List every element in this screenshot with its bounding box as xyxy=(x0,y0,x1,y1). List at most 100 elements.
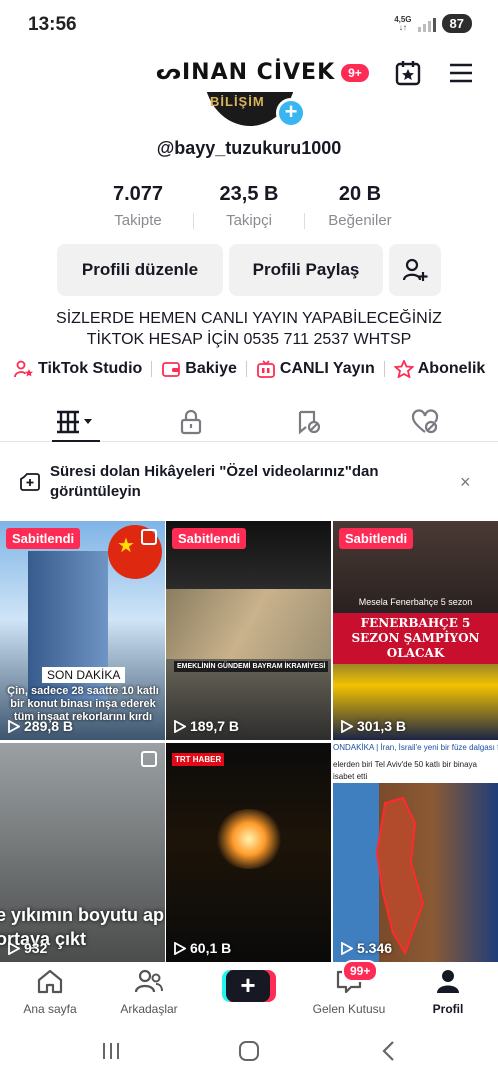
system-nav xyxy=(0,1030,498,1080)
pinned-badge: Sabitlendi xyxy=(172,528,247,549)
view-count: 289,8 B xyxy=(8,718,73,734)
calendar-icon[interactable] xyxy=(394,59,422,87)
video-caption: elerden biri Tel Aviv'de 50 katlı bir bi… xyxy=(333,760,477,781)
stat-following[interactable]: 7.077 Takipte xyxy=(83,183,193,229)
avatar-text: BİLİŞİM xyxy=(210,94,265,109)
network-indicator: 4,5G ↓↑ xyxy=(394,14,412,32)
home-icon xyxy=(37,969,63,994)
caption-tag: EMEKLİNİN GÜNDEMİ BAYRAM İKRAMİYESİ xyxy=(174,661,329,672)
play-icon xyxy=(341,719,353,733)
friends-icon xyxy=(134,969,163,993)
caption-tag: TRT HABER xyxy=(172,753,225,766)
tool-label: CANLI Yayın xyxy=(279,360,375,377)
tab-reposts[interactable] xyxy=(284,404,334,440)
play-icon xyxy=(174,941,186,955)
stories-banner[interactable]: Süresi dolan Hikâyeleri "Özel videoların… xyxy=(0,452,498,514)
video-thumbnail[interactable]: ONDAKİKA | İran, İsrail'e yeni bir füze … xyxy=(333,743,498,962)
plus-icon: + xyxy=(226,970,270,1002)
subscription-icon xyxy=(393,360,414,378)
pinned-badge: Sabitlendi xyxy=(339,528,414,549)
nav-profile[interactable]: Profil xyxy=(403,968,493,1016)
account-switcher[interactable]: ᔕINAN CİVEK 9+ xyxy=(156,60,369,85)
account-name: ᔕINAN CİVEK xyxy=(156,60,336,85)
nav-label: Ana sayfa xyxy=(23,1002,77,1016)
add-story-button[interactable]: + xyxy=(276,98,306,128)
video-thumbnail[interactable]: Sabitlendi Mesela Fenerbahçe 5 sezon FEN… xyxy=(333,521,498,740)
lock-icon xyxy=(180,409,202,435)
user-star-icon xyxy=(14,360,33,378)
stat-followers[interactable]: 23,5 B Takipçi xyxy=(194,183,304,229)
stat-likes[interactable]: 20 B Beğeniler xyxy=(305,183,415,229)
photo-carousel-icon xyxy=(141,529,157,545)
status-time: 13:56 xyxy=(28,14,77,35)
tool-label: TikTok Studio xyxy=(38,360,143,377)
video-caption: FENERBAHÇE 5 SEZON ŞAMPİYON OLACAK xyxy=(333,613,498,664)
edit-profile-button[interactable]: Profili düzenle xyxy=(57,244,223,296)
photo-carousel-icon xyxy=(141,751,157,767)
wallet-icon xyxy=(162,362,181,377)
recent-apps-icon[interactable] xyxy=(100,1040,122,1062)
active-tab-indicator xyxy=(52,440,100,442)
share-profile-button[interactable]: Profili Paylaş xyxy=(229,244,383,296)
caption-tag: ONDAKİKA | İran, İsrail'e yeni bir füze … xyxy=(333,743,498,752)
story-icon xyxy=(20,473,40,491)
bottom-nav: Ana sayfa Arkadaşlar + Gelen Kutusu 99+ … xyxy=(0,960,498,1024)
status-icons: 4,5G ↓↑ 87 xyxy=(394,14,472,33)
nav-home[interactable]: Ana sayfa xyxy=(5,968,95,1016)
divider xyxy=(383,361,385,377)
live-tv-icon xyxy=(256,360,275,378)
balance-link[interactable]: Bakiye xyxy=(161,360,237,378)
profile-header: ᔕINAN CİVEK 9+ xyxy=(0,56,498,92)
caption-tag: SON DAKİKA xyxy=(42,667,126,683)
bio-line: TİKTOK HESAP İÇİN 0535 711 2537 WHTSP xyxy=(86,331,412,348)
map-image xyxy=(333,783,498,962)
home-button-icon[interactable] xyxy=(238,1040,260,1062)
tab-liked[interactable] xyxy=(400,404,450,440)
tab-private[interactable] xyxy=(166,404,216,440)
caption-tag: Mesela Fenerbahçe 5 sezon xyxy=(358,597,473,607)
play-icon xyxy=(341,941,353,955)
banner-text: Süresi dolan Hikâyeleri "Özel videoların… xyxy=(50,463,379,500)
stat-label: Takipçi xyxy=(226,212,272,229)
account-badge: 9+ xyxy=(341,63,369,82)
subscription-link[interactable]: Abonelik xyxy=(393,360,486,378)
profile-icon xyxy=(437,970,459,993)
inbox-badge: 99+ xyxy=(342,960,379,982)
tool-label: Abonelik xyxy=(417,360,486,377)
video-thumbnail[interactable]: e yıkımın boyutu ap ortaya çıkt 932 xyxy=(0,743,165,962)
create-button[interactable]: + xyxy=(222,970,276,1002)
stat-value: 23,5 B xyxy=(219,183,279,205)
nav-friends[interactable]: Arkadaşlar xyxy=(104,968,194,1016)
tab-videos[interactable] xyxy=(52,404,102,440)
add-friend-button[interactable] xyxy=(389,244,441,296)
divider xyxy=(151,361,153,377)
close-icon[interactable]: × xyxy=(460,472,471,493)
username: @bayy_tuzukuru1000 xyxy=(156,138,342,158)
view-count: 932 xyxy=(8,940,47,956)
video-thumbnail[interactable]: Sabitlendi EMEKLİNİN GÜNDEMİ BAYRAM İKRA… xyxy=(166,521,331,740)
battery-indicator: 87 xyxy=(441,14,472,33)
view-count: 60,1 B xyxy=(174,940,231,956)
profile-bio: SİZLERDE HEMEN CANLI YAYIN YAPABİLECEĞİN… xyxy=(0,308,498,350)
live-link[interactable]: CANLI Yayın xyxy=(256,360,375,378)
view-count: 301,3 B xyxy=(341,718,406,734)
play-icon xyxy=(8,719,20,733)
nav-label: Arkadaşlar xyxy=(120,1002,178,1016)
video-thumbnail[interactable]: TRT HABER 60,1 B xyxy=(166,743,331,962)
explosion-glow xyxy=(214,809,284,869)
grid-icon xyxy=(57,410,92,434)
signal-icon xyxy=(417,16,436,32)
stat-label: Beğeniler xyxy=(328,212,392,229)
content-tabs xyxy=(0,400,498,442)
add-user-icon xyxy=(402,258,428,281)
profile-stats: 7.077 Takipte 23,5 B Takipçi 20 B Beğeni… xyxy=(0,183,498,229)
back-icon[interactable] xyxy=(378,1040,400,1062)
stat-value: 7.077 xyxy=(112,183,164,205)
menu-icon[interactable] xyxy=(448,61,474,85)
nav-label: Profil xyxy=(432,1002,464,1016)
tiktok-studio-link[interactable]: TikTok Studio xyxy=(14,360,142,378)
video-thumbnail[interactable]: ★ Sabitlendi SON DAKİKA Çin, sadece 28 s… xyxy=(0,521,165,740)
creator-tools: TikTok Studio Bakiye CANLI Yayın Aboneli… xyxy=(14,360,485,378)
status-bar: 13:56 4,5G ↓↑ 87 xyxy=(0,0,498,50)
tool-label: Bakiye xyxy=(185,360,237,377)
